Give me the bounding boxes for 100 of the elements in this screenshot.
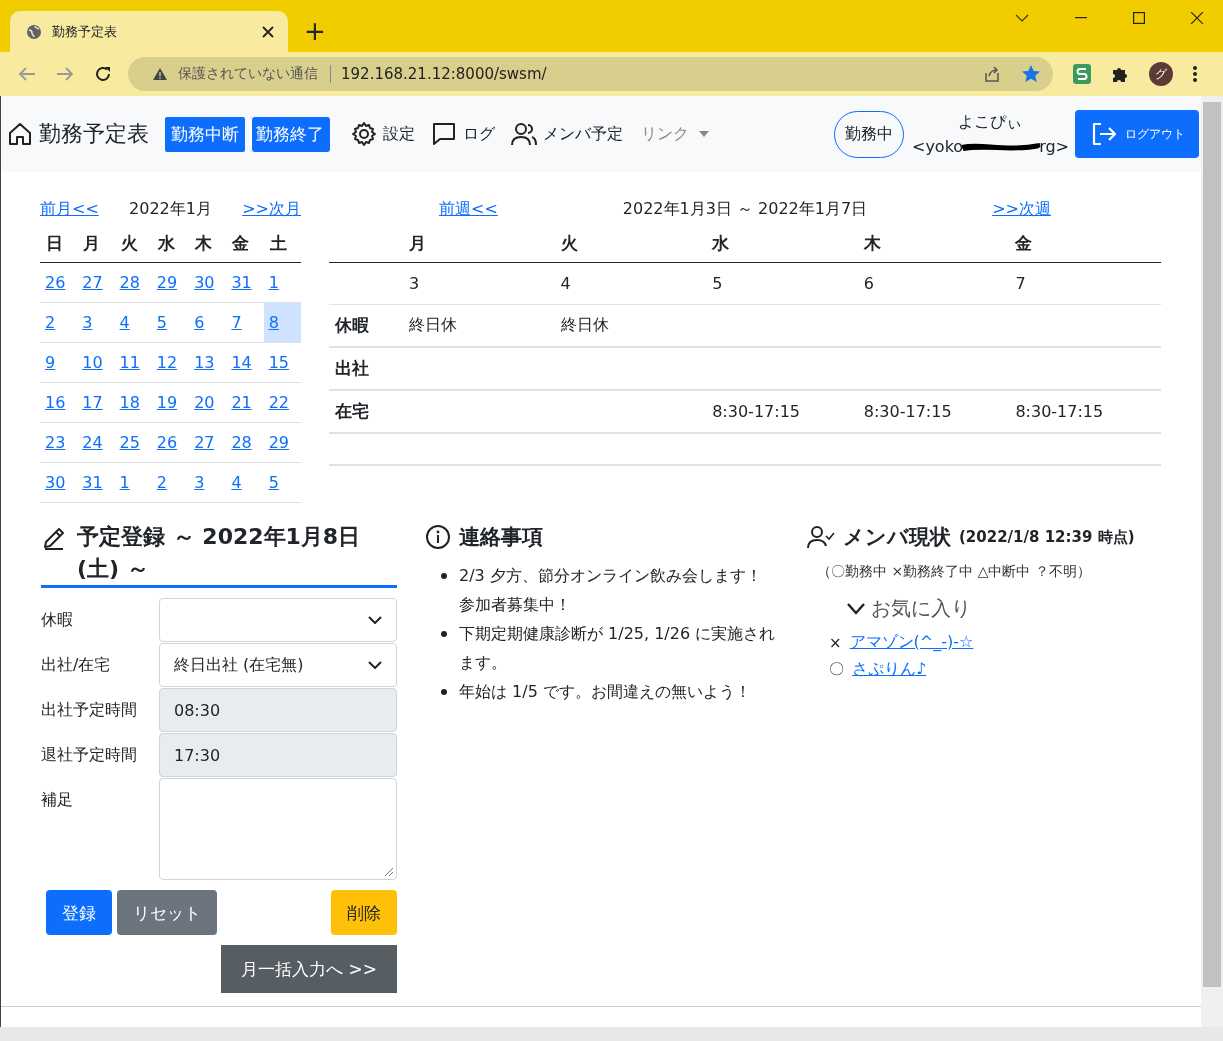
bullet-icon (441, 573, 447, 579)
more-icon[interactable] (1193, 66, 1197, 82)
weekday-header: 火 (114, 224, 152, 263)
nav-link[interactable]: 設定 (351, 121, 415, 147)
minimize-icon[interactable] (1075, 17, 1087, 19)
time-field[interactable]: 17:30 (159, 733, 397, 777)
schedule-cell: 終日休 (554, 304, 707, 347)
member-link[interactable]: アマゾン(^_-)-☆ (849, 632, 974, 653)
calendar-day[interactable]: 16 (45, 393, 66, 412)
calendar-day[interactable]: 3 (194, 473, 205, 492)
calendar-day[interactable]: 14 (231, 353, 252, 372)
calendar-day[interactable]: 29 (268, 433, 290, 452)
close-icon[interactable] (262, 25, 274, 38)
calendar-day[interactable]: 2 (156, 473, 168, 492)
calendar-day[interactable]: 17 (82, 393, 103, 412)
logout-button[interactable]: ログアウト (1075, 110, 1199, 158)
logout-icon (1091, 122, 1117, 146)
nav-button[interactable]: 勤務終了 (250, 116, 330, 152)
calendar-day[interactable]: 9 (45, 353, 56, 372)
profile-avatar[interactable]: グ (1149, 62, 1173, 86)
calendar-day[interactable]: 24 (82, 433, 103, 452)
select-field[interactable] (159, 598, 397, 642)
calendar-day[interactable]: 20 (194, 393, 215, 412)
calendar-day[interactable]: 4 (119, 313, 130, 332)
settings-icon (351, 121, 377, 147)
reset-button[interactable]: リセット (117, 890, 217, 935)
calendar-day[interactable]: 13 (194, 353, 215, 372)
register-button[interactable]: 登録 (46, 890, 112, 935)
group-toggle[interactable]: お気に入り (847, 595, 1201, 622)
calendar-day[interactable]: 30 (194, 273, 215, 292)
delete-button[interactable]: 削除 (331, 890, 397, 935)
status-legend: （〇勤務中 ×勤務終了中 △中断中 ？不明） (817, 563, 1201, 581)
weekday-header: 火 (554, 224, 707, 263)
security-label: 保護されていない通信 (178, 65, 331, 83)
calendar-day[interactable]: 29 (156, 273, 178, 292)
calendar-day[interactable]: 26 (45, 273, 66, 292)
weekday-header: 土 (263, 224, 301, 263)
brand-link[interactable]: 勤務予定表 (7, 119, 149, 149)
calendar-day[interactable]: 5 (156, 313, 168, 332)
nav-button[interactable]: 勤務中断 (165, 116, 245, 152)
reload-icon[interactable] (94, 65, 112, 83)
browser-tab[interactable]: 勤務予定表 (10, 11, 288, 52)
field-label: 補足 (41, 789, 74, 811)
calendar-day[interactable]: 23 (45, 433, 66, 452)
calendar-day[interactable]: 11 (119, 353, 140, 372)
maximize-icon[interactable] (1133, 12, 1145, 24)
extension-s-icon[interactable] (1073, 64, 1091, 84)
prev-month-link[interactable]: 前月<< (40, 198, 99, 220)
weekday-header: 金 (226, 224, 264, 263)
nav-link[interactable]: ログ (431, 121, 495, 147)
user-email: rg> (1039, 137, 1069, 156)
chevron-down-icon[interactable] (1015, 14, 1029, 22)
calendar-day[interactable]: 5 (268, 473, 279, 492)
calendar-day[interactable]: 31 (231, 273, 252, 292)
calendar-day[interactable]: 2 (45, 313, 56, 332)
new-tab-button[interactable]: + (304, 16, 326, 46)
calendar-day[interactable]: 27 (194, 433, 215, 452)
calendar-day[interactable]: 30 (45, 473, 66, 492)
member-link[interactable]: さぷりん♪ (852, 659, 927, 680)
field-label: 出社/在宅 (41, 654, 112, 676)
puzzle-icon[interactable] (1111, 65, 1129, 83)
calendar-day[interactable]: 15 (268, 353, 290, 372)
calendar-day[interactable]: 3 (82, 313, 93, 332)
calendar-day[interactable]: 22 (268, 393, 290, 412)
weekday-header: 月 (77, 224, 115, 263)
calendar-day[interactable]: 19 (156, 393, 178, 412)
calendar-day[interactable]: 7 (231, 313, 242, 332)
select-field[interactable]: 終日出社 (在宅無) (159, 643, 397, 687)
time-field[interactable]: 08:30 (159, 688, 397, 732)
prev-week-link[interactable]: 前週<< (439, 198, 498, 220)
home-icon (7, 121, 33, 147)
calendar-day[interactable]: 8 (268, 313, 279, 332)
calendar-day[interactable]: 25 (119, 433, 140, 452)
calendar-day[interactable]: 28 (231, 433, 252, 452)
next-week-link[interactable]: >>次週 (992, 198, 1051, 220)
share-icon[interactable] (983, 65, 1001, 83)
bulk-input-button[interactable]: 月一括入力へ >> (221, 945, 397, 993)
calendar-day[interactable]: 4 (231, 473, 242, 492)
close-icon[interactable] (1191, 12, 1203, 24)
star-icon[interactable] (1021, 64, 1041, 84)
warning-icon (152, 67, 168, 81)
calendar-day[interactable]: 21 (231, 393, 252, 412)
scrollbar[interactable] (1201, 96, 1223, 1027)
date-cell: 6 (857, 262, 1010, 305)
calendar-day[interactable]: 1 (119, 473, 130, 492)
calendar-day[interactable]: 31 (82, 473, 103, 492)
next-month-link[interactable]: >>次月 (242, 198, 301, 220)
address-bar[interactable]: 保護されていない通信 192.168.21.12:8000/swsm/ (128, 57, 1053, 91)
chat-bubble-icon (431, 121, 457, 147)
calendar-day[interactable]: 28 (119, 273, 140, 292)
calendar-day[interactable]: 1 (268, 273, 279, 292)
calendar-day[interactable]: 6 (194, 313, 205, 332)
nav-link[interactable]: メンバ予定 (511, 121, 623, 147)
date-cell: 5 (706, 262, 858, 305)
calendar-day[interactable]: 18 (119, 393, 140, 412)
calendar-day[interactable]: 10 (82, 353, 103, 372)
calendar-day[interactable]: 27 (82, 273, 103, 292)
calendar-day[interactable]: 12 (156, 353, 178, 372)
dropdown-toggle[interactable]: リンク (641, 123, 709, 145)
calendar-day[interactable]: 26 (156, 433, 178, 452)
